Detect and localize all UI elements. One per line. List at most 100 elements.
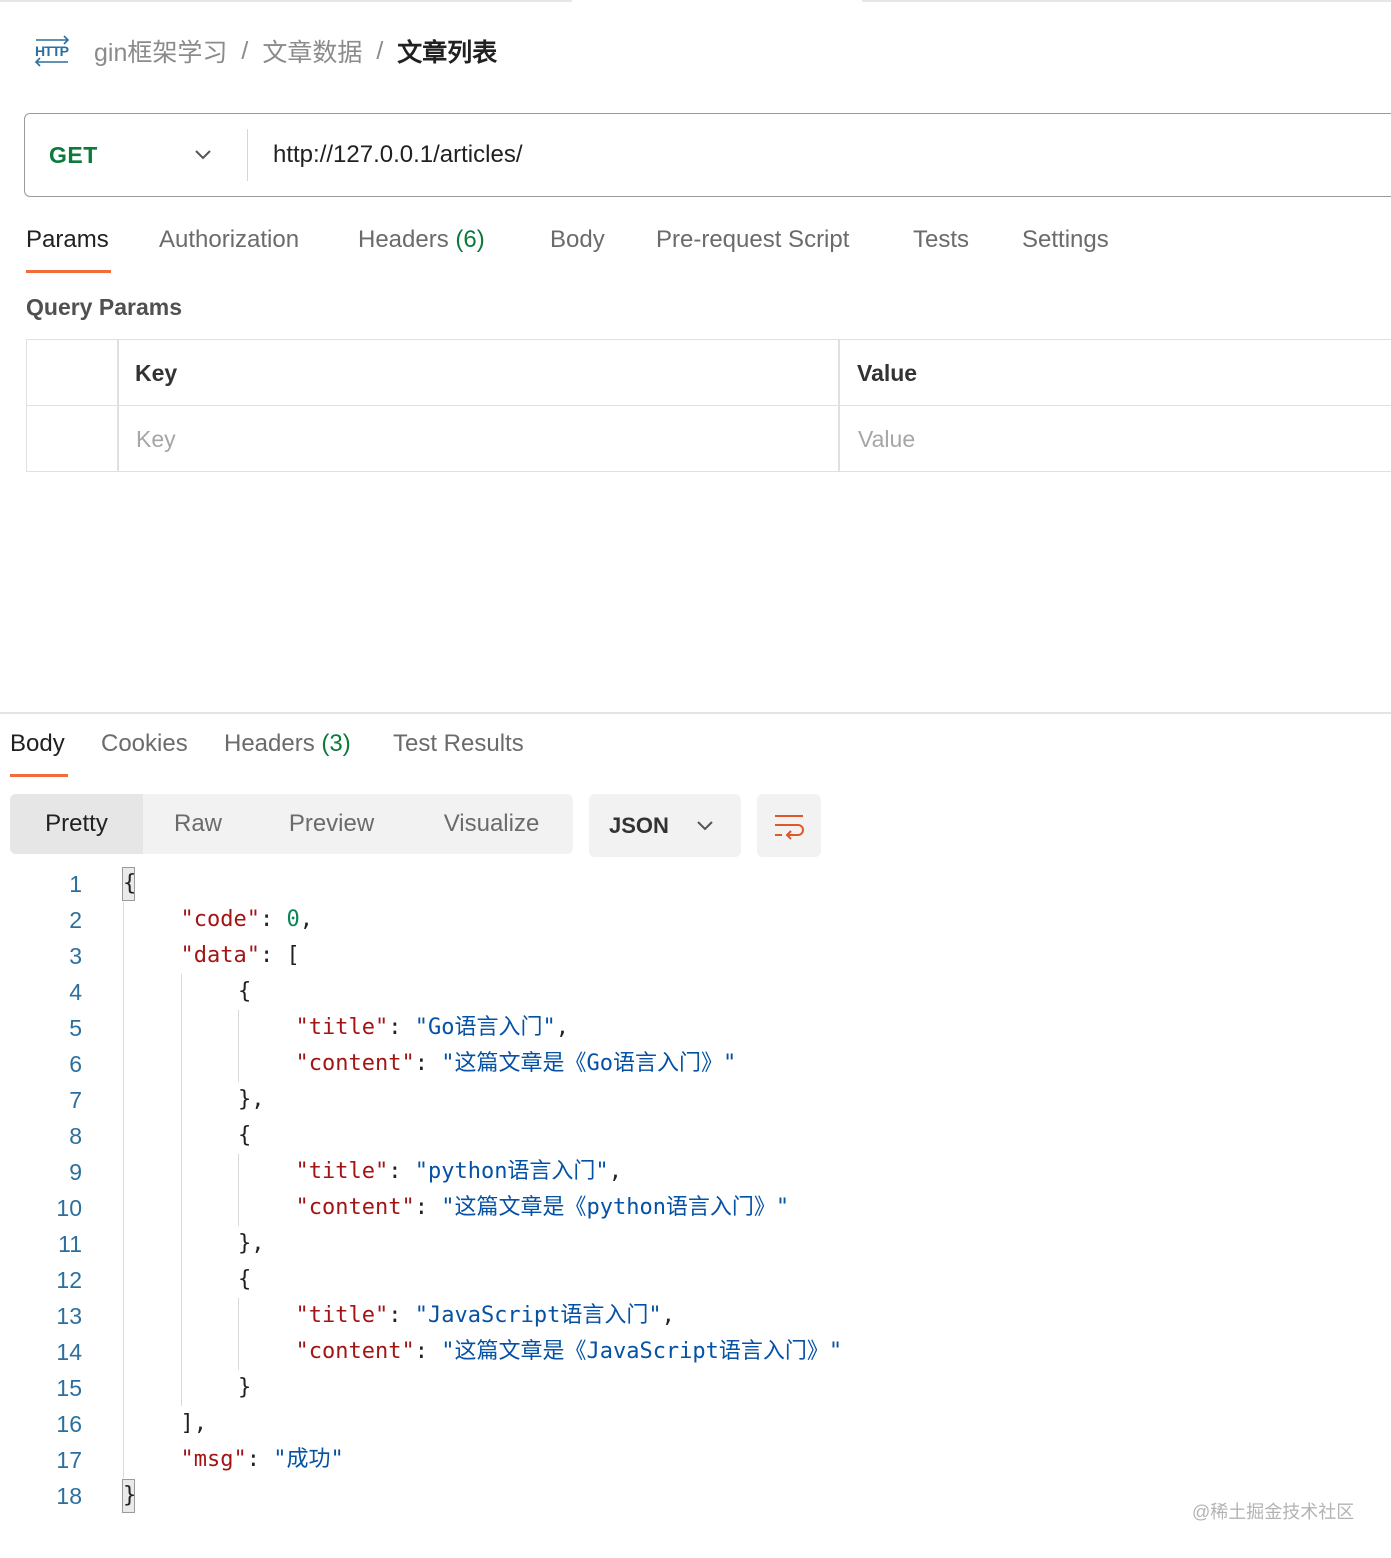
code-text: "content": "这篇文章是《python语言入门》" [295, 1195, 790, 1220]
code-text: ], [180, 1411, 208, 1436]
line-number: 13 [56, 1303, 82, 1329]
tab-label: Tests [913, 226, 970, 253]
code-line: 15} [0, 1370, 1391, 1406]
breadcrumb-collection[interactable]: gin框架学习 [94, 33, 227, 69]
query-params-title: Query Params [26, 294, 182, 320]
code-text: } [238, 1375, 252, 1400]
view-visualize-button[interactable]: Visualize [410, 794, 573, 854]
tab-pre-request-script[interactable]: Pre-request Script [656, 226, 849, 254]
chevron-down-icon [195, 150, 211, 160]
line-number: 11 [58, 1231, 82, 1257]
view-raw-button[interactable]: Raw [143, 794, 253, 854]
code-text: "data": [ [180, 943, 300, 968]
pane-divider[interactable] [0, 712, 1391, 714]
wrap-lines-icon [775, 814, 804, 840]
column-divider [838, 340, 840, 471]
code-line: 18} [0, 1478, 1391, 1514]
line-number: 7 [69, 1087, 82, 1113]
line-number: 2 [69, 907, 82, 933]
breadcrumb-folder[interactable]: 文章数据 [262, 33, 362, 69]
url-input[interactable]: http://127.0.0.1/articles/ [248, 141, 522, 169]
column-header-value: Value [857, 359, 918, 386]
code-line: 9 "title": "python语言入门", [0, 1154, 1391, 1190]
line-number: 14 [56, 1339, 82, 1365]
tab-response-headers[interactable]: Headers (3) [224, 730, 351, 758]
view-preview-button[interactable]: Preview [253, 794, 410, 854]
column-divider [117, 340, 119, 471]
tab-authorization[interactable]: Authorization [159, 226, 299, 254]
line-number: 3 [69, 943, 82, 969]
breadcrumb-separator: / [376, 36, 384, 65]
code-line: 3 "data": [ [0, 938, 1391, 974]
breadcrumb-separator: / [241, 36, 249, 65]
code-line: 1{ [0, 866, 1391, 902]
breadcrumb: HTTP gin框架学习 / 文章数据 / 文章列表 [34, 30, 497, 72]
tab-label: Pre-request Script [656, 226, 850, 253]
tab-count: (3) [321, 730, 351, 757]
code-text: "title": "JavaScript语言入门", [295, 1303, 675, 1328]
code-text: { [123, 871, 137, 896]
view-mode-group: Pretty Raw Preview Visualize [10, 794, 573, 854]
code-text: "content": "这篇文章是《Go语言入门》" [295, 1051, 737, 1076]
method-select[interactable]: GET [25, 114, 247, 196]
format-select[interactable]: JSON [589, 794, 741, 857]
line-number: 1 [69, 871, 82, 897]
line-number: 10 [56, 1195, 82, 1221]
table-header-row: Key Value [27, 340, 1391, 406]
tab-label: Params [26, 226, 109, 253]
tab-label: Body [550, 226, 605, 253]
view-pretty-button[interactable]: Pretty [10, 794, 143, 854]
code-line: 12 { [0, 1262, 1391, 1298]
line-number: 16 [56, 1411, 82, 1437]
active-tab-indicator [10, 774, 68, 777]
code-text: "msg": "成功" [180, 1447, 344, 1472]
tab-body[interactable]: Body [550, 226, 605, 254]
tab-label: Test Results [393, 730, 524, 757]
line-number: 9 [69, 1159, 82, 1185]
tab-params[interactable]: Params [26, 226, 109, 254]
column-header-key: Key [135, 359, 178, 386]
line-number: 15 [56, 1375, 82, 1401]
line-number: 8 [69, 1123, 82, 1149]
tab-cookies[interactable]: Cookies [101, 730, 188, 758]
code-line: 16], [0, 1406, 1391, 1442]
tab-count: (6) [455, 226, 485, 253]
active-tab-indicator [26, 270, 111, 273]
code-text: } [123, 1483, 137, 1508]
http-icon: HTTP [34, 34, 70, 68]
param-key-input[interactable]: Key [136, 406, 836, 472]
code-line: 13 "title": "JavaScript语言入门", [0, 1298, 1391, 1334]
code-line: 4{ [0, 974, 1391, 1010]
tab-settings[interactable]: Settings [1022, 226, 1109, 254]
method-label: GET [49, 141, 98, 168]
code-line: 7}, [0, 1082, 1391, 1118]
tab-response-body[interactable]: Body [10, 730, 65, 758]
svg-text:HTTP: HTTP [35, 43, 69, 59]
table-row: Key Value [27, 406, 1391, 472]
code-line: 11}, [0, 1226, 1391, 1262]
param-value-input[interactable]: Value [858, 406, 1391, 472]
request-url-bar: GET http://127.0.0.1/articles/ [24, 113, 1391, 197]
watermark: @稀土掘金技术社区 [1192, 1502, 1355, 1522]
code-text: { [238, 979, 252, 1004]
query-params-table: Key Value Key Value [26, 339, 1391, 472]
code-line: 14 "content": "这篇文章是《JavaScript语言入门》" [0, 1334, 1391, 1370]
line-number: 4 [69, 979, 82, 1005]
line-number: 17 [56, 1447, 82, 1473]
tab-label: Headers [224, 730, 315, 757]
tab-label: Body [10, 730, 65, 757]
code-text: "code": 0, [180, 907, 313, 932]
code-text: "title": "Go语言入门", [295, 1015, 569, 1040]
code-line: 8{ [0, 1118, 1391, 1154]
code-line: 10 "content": "这篇文章是《python语言入门》" [0, 1190, 1391, 1226]
code-text: "content": "这篇文章是《JavaScript语言入门》" [295, 1339, 843, 1364]
breadcrumb-current[interactable]: 文章列表 [397, 33, 497, 69]
wrap-lines-button[interactable] [757, 794, 821, 857]
code-text: { [238, 1267, 252, 1292]
tab-label: Cookies [101, 730, 188, 757]
tab-test-results[interactable]: Test Results [393, 730, 524, 758]
tab-headers[interactable]: Headers (6) [358, 226, 485, 254]
code-line: 2 "code": 0, [0, 902, 1391, 938]
tab-tests[interactable]: Tests [913, 226, 969, 254]
code-line: 5 "title": "Go语言入门", [0, 1010, 1391, 1046]
